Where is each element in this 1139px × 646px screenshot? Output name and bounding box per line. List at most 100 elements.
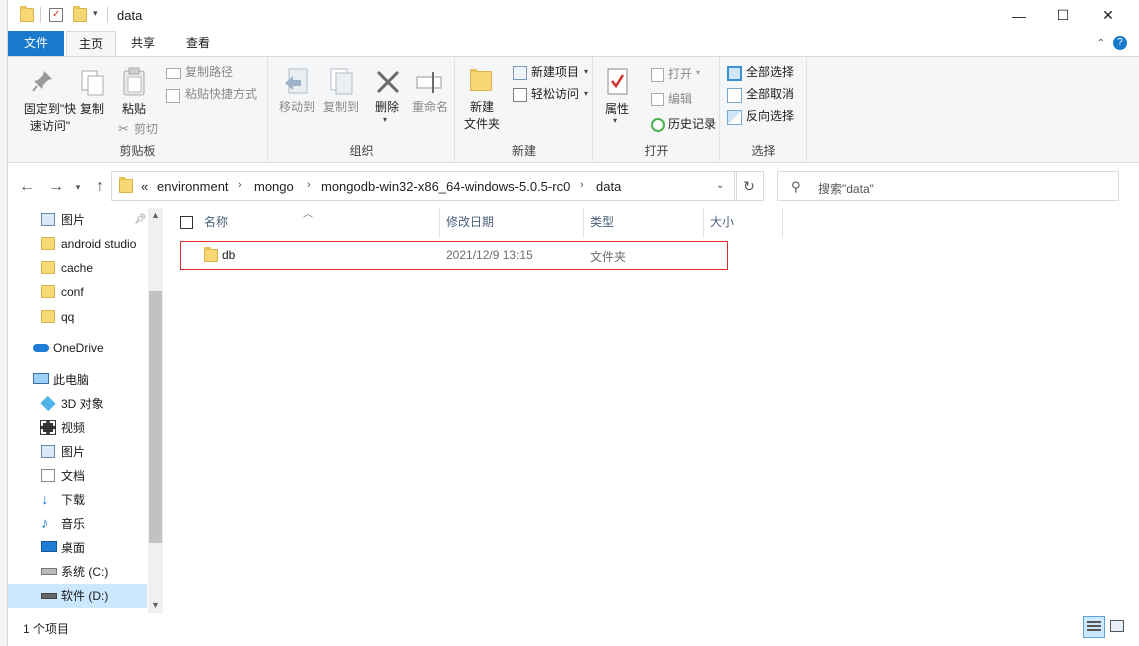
pin-icon bbox=[32, 71, 52, 92]
documents-icon bbox=[41, 469, 55, 482]
pin-icon[interactable]: 📌︎ bbox=[134, 208, 147, 232]
nav-item-pictures[interactable]: 图片 bbox=[39, 440, 147, 464]
paste-shortcut-button[interactable]: 粘贴快捷方式 bbox=[185, 86, 257, 103]
new-folder-label-1[interactable]: 新建 bbox=[460, 99, 504, 116]
tab-share[interactable]: 共享 bbox=[120, 31, 166, 56]
forward-arrow-icon[interactable]: → bbox=[46, 177, 66, 197]
open-group-label: 打开 bbox=[644, 144, 669, 158]
recent-locations-icon[interactable]: ▾ bbox=[68, 177, 88, 197]
rename-icon bbox=[416, 72, 442, 93]
address-folder-icon bbox=[119, 177, 133, 193]
tab-home[interactable]: 主页 bbox=[66, 31, 116, 56]
search-box[interactable]: ⚲ 搜索"data" bbox=[777, 171, 1119, 201]
copy-to-icon bbox=[330, 68, 353, 95]
properties-quick-access-icon[interactable]: ✓ bbox=[49, 8, 63, 22]
select-all-button[interactable]: 全部选择 bbox=[746, 64, 794, 81]
scroll-down-icon[interactable]: ▼ bbox=[148, 600, 163, 610]
nav-item-3d-objects[interactable]: 3D 对象 bbox=[39, 392, 147, 416]
open-icon bbox=[651, 68, 664, 82]
chevron-right-icon[interactable]: › bbox=[238, 179, 242, 191]
nav-item-onedrive[interactable]: OneDrive bbox=[31, 336, 147, 360]
column-header-type[interactable]: 类型 bbox=[584, 208, 704, 238]
edit-button[interactable]: 编辑 bbox=[668, 91, 692, 108]
rename-button[interactable]: 重命名 bbox=[407, 99, 453, 116]
delete-button[interactable]: 删除 bbox=[369, 99, 405, 116]
move-to-icon bbox=[285, 68, 308, 94]
select-none-icon bbox=[727, 88, 742, 103]
file-name[interactable]: db bbox=[222, 248, 235, 262]
breadcrumb-mongodb[interactable]: mongodb-win32-x86_64-windows-5.0.5-rc0 bbox=[321, 179, 570, 194]
refresh-icon[interactable]: ↻ bbox=[734, 171, 764, 201]
search-input[interactable]: 搜索"data" bbox=[818, 180, 874, 197]
column-header-name[interactable]: 名称 bbox=[198, 208, 440, 238]
copy-to-button[interactable]: 复制到 bbox=[317, 99, 365, 116]
properties-dropdown-icon[interactable]: ▾ bbox=[613, 116, 617, 125]
details-view-icon[interactable] bbox=[1083, 616, 1105, 638]
nav-item-conf[interactable]: conf bbox=[39, 280, 147, 304]
nav-item-music[interactable]: ♪ 音乐 bbox=[39, 512, 147, 536]
maximize-button[interactable]: ☐ bbox=[1040, 0, 1086, 31]
downloads-icon: ↓ bbox=[41, 491, 49, 508]
properties-icon bbox=[607, 68, 628, 95]
column-header-modified[interactable]: 修改日期 bbox=[440, 208, 584, 238]
nav-scrollbar-thumb[interactable] bbox=[149, 291, 162, 543]
new-item-button[interactable]: 新建项目 bbox=[531, 64, 579, 81]
file-type: 文件夹 bbox=[590, 250, 627, 264]
up-arrow-icon[interactable]: ↑ bbox=[90, 177, 110, 197]
new-folder-quick-access-icon[interactable] bbox=[73, 6, 87, 22]
expand-ribbon-icon[interactable]: ⌃ bbox=[1097, 38, 1105, 49]
table-row[interactable]: db 2021/12/9 13:15 文件夹 bbox=[180, 241, 728, 270]
move-to-button[interactable]: 移动到 bbox=[273, 99, 321, 116]
nav-item-downloads[interactable]: ↓ 下载 bbox=[39, 488, 147, 512]
breadcrumb-mongo[interactable]: mongo bbox=[254, 179, 294, 194]
address-dropdown-icon[interactable]: ⌄ bbox=[716, 180, 724, 191]
large-icons-view-icon[interactable] bbox=[1108, 618, 1126, 636]
nav-item-drive-d[interactable]: 软件 (D:) bbox=[8, 584, 147, 608]
tab-file[interactable]: 文件 bbox=[8, 31, 64, 56]
nav-item-pictures-pinned[interactable]: 图片 📌︎ bbox=[39, 208, 147, 232]
cut-button[interactable]: 剪切 bbox=[134, 121, 158, 138]
paste-icon bbox=[123, 67, 145, 96]
copy-path-button[interactable]: 复制路径 bbox=[185, 64, 233, 81]
navigation-row: ← → ▾ ↑ « environment › mongo › mongodb-… bbox=[8, 171, 1139, 203]
breadcrumb-data[interactable]: data bbox=[596, 179, 621, 194]
nav-item-label: 软件 (D:) bbox=[61, 589, 109, 603]
address-bar[interactable]: « environment › mongo › mongodb-win32-x8… bbox=[111, 171, 737, 201]
paste-button[interactable]: 粘贴 bbox=[116, 101, 152, 118]
item-count: 1 个项目 bbox=[23, 622, 70, 636]
minimize-button[interactable]: — bbox=[996, 0, 1042, 31]
new-folder-label-2[interactable]: 文件夹 bbox=[460, 116, 504, 133]
nav-item-android-studio[interactable]: android studio bbox=[39, 232, 147, 256]
copy-button[interactable]: 复制 bbox=[76, 101, 108, 118]
history-button[interactable]: 历史记录 bbox=[668, 116, 716, 133]
easy-access-dropdown-icon[interactable]: ▾ bbox=[584, 89, 588, 98]
help-icon[interactable]: ? bbox=[1113, 36, 1127, 50]
nav-item-cache[interactable]: cache bbox=[39, 256, 147, 280]
scroll-up-icon[interactable]: ▲ bbox=[148, 210, 163, 220]
back-arrow-icon[interactable]: ← bbox=[17, 177, 37, 197]
select-none-button[interactable]: 全部取消 bbox=[746, 86, 794, 103]
breadcrumb-environment[interactable]: environment bbox=[157, 179, 229, 194]
nav-item-desktop[interactable]: 桌面 bbox=[39, 536, 147, 560]
nav-item-documents[interactable]: 文档 bbox=[39, 464, 147, 488]
delete-dropdown-icon[interactable]: ▾ bbox=[383, 115, 387, 124]
nav-item-drive-c[interactable]: 系统 (C:) bbox=[39, 560, 147, 584]
chevron-right-icon[interactable]: › bbox=[307, 179, 311, 191]
window-folder-icon bbox=[20, 6, 34, 22]
easy-access-button[interactable]: 轻松访问 bbox=[531, 86, 579, 103]
new-item-dropdown-icon[interactable]: ▾ bbox=[584, 67, 588, 76]
column-header-size[interactable]: 大小 bbox=[704, 208, 783, 238]
breadcrumb-overflow[interactable]: « bbox=[141, 179, 148, 194]
nav-item-this-pc[interactable]: 此电脑 bbox=[31, 368, 147, 392]
open-button[interactable]: 打开 bbox=[668, 66, 692, 83]
nav-item-qq[interactable]: qq bbox=[39, 305, 147, 329]
select-all-checkbox[interactable] bbox=[180, 216, 193, 229]
open-dropdown-icon[interactable]: ▾ bbox=[696, 68, 700, 77]
customize-quick-access-icon[interactable]: ▾ bbox=[93, 8, 98, 19]
tab-view[interactable]: 查看 bbox=[173, 31, 223, 56]
pin-quick-access-label-2[interactable]: 速访问" bbox=[14, 118, 86, 135]
nav-item-videos[interactable]: 视频 bbox=[39, 416, 147, 440]
close-button[interactable]: ✕ bbox=[1085, 0, 1131, 31]
chevron-right-icon[interactable]: › bbox=[580, 179, 584, 191]
invert-selection-button[interactable]: 反向选择 bbox=[746, 108, 794, 125]
